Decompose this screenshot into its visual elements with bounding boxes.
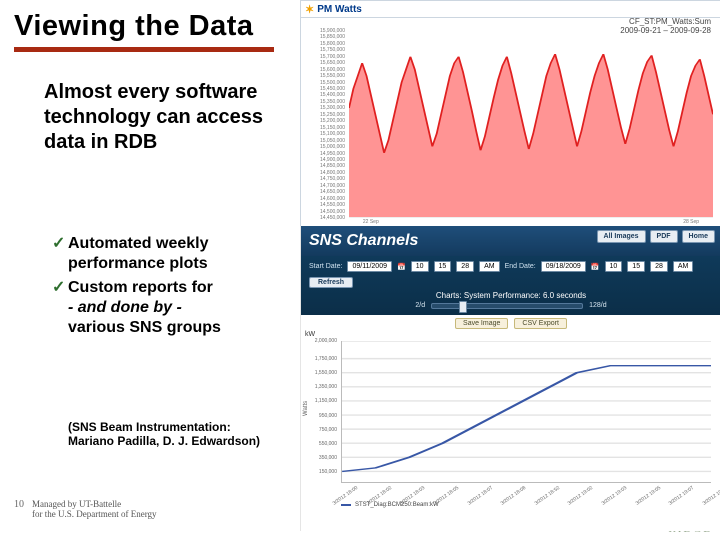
legend-swatch <box>341 504 351 506</box>
start-hour-input[interactable]: 10 <box>411 261 429 272</box>
pm-watts-title: PM Watts <box>317 4 362 15</box>
sns-plot-svg <box>342 341 711 482</box>
slider-min-label: 2/d <box>415 302 425 309</box>
date-row: Start Date: 09/11/2009 📅 10 15 28 AM End… <box>309 261 713 288</box>
slide: Viewing the Data Almost every software t… <box>0 0 720 540</box>
x-tick: 28 Sep <box>683 219 699 225</box>
slider-track[interactable] <box>431 303 583 309</box>
save-image-button[interactable]: Save Image <box>455 318 508 329</box>
x-tick: 22 Sep <box>363 219 379 225</box>
pm-watts-header: ✶ PM Watts <box>301 1 720 18</box>
home-button[interactable]: Home <box>682 230 715 243</box>
check-icon: ✓ <box>52 278 68 338</box>
end-date-label: End Date: <box>505 263 536 270</box>
end-minute-input[interactable]: 15 <box>627 261 645 272</box>
start-date-input[interactable]: 09/11/2009 <box>347 261 392 272</box>
resolution-slider: 2/d 128/d <box>309 302 713 309</box>
sns-chart-title: Charts: System Performance: 6.0 seconds <box>309 291 713 300</box>
end-date-input[interactable]: 09/18/2009 <box>541 261 586 272</box>
bullet-item: ✓ Automated weekly performance plots <box>52 234 287 274</box>
start-date-label: Start Date: <box>309 263 342 270</box>
sns-plot-area <box>341 341 711 483</box>
sns-banner-title: SNS Channels <box>309 232 418 250</box>
all-images-button[interactable]: All Images <box>597 230 646 243</box>
bullet-item: ✓ Custom reports for - and done by - var… <box>52 278 287 338</box>
calendar-icon[interactable]: 📅 <box>397 263 406 271</box>
page-number: 10 <box>14 499 24 510</box>
end-second-input[interactable]: 28 <box>650 261 668 272</box>
start-minute-input[interactable]: 15 <box>434 261 452 272</box>
csv-export-button[interactable]: CSV Export <box>514 318 567 329</box>
pm-watts-plot-area <box>349 31 713 218</box>
end-ampm-input[interactable]: AM <box>673 261 694 272</box>
slide-subtitle: Almost every software technology can acc… <box>44 80 274 155</box>
start-ampm-input[interactable]: AM <box>479 261 500 272</box>
start-second-input[interactable]: 28 <box>456 261 474 272</box>
sns-banner: SNS Channels All Images PDF Home <box>301 226 720 256</box>
sns-y-ticks: 150,000350,000550,000750,000950,0001,150… <box>307 341 339 483</box>
star-icon: ✶ <box>305 3 314 16</box>
bullet-text: Automated weekly performance plots <box>68 234 287 274</box>
check-icon: ✓ <box>52 234 68 274</box>
slider-max-label: 128/d <box>589 302 607 309</box>
refresh-button[interactable]: Refresh <box>309 277 353 288</box>
credits-text: (SNS Beam Instrumentation: Mariano Padil… <box>68 420 268 449</box>
sns-y-label: kW <box>305 331 315 338</box>
slider-thumb[interactable] <box>459 301 467 313</box>
slide-title: Viewing the Data <box>14 10 254 43</box>
pm-watts-y-axis: 14,450,00014,500,00014,550,00014,600,000… <box>301 31 347 218</box>
end-hour-input[interactable]: 10 <box>605 261 623 272</box>
calendar-icon[interactable]: 📅 <box>591 263 600 271</box>
sns-performance-chart: kW Watts 150,000350,000550,000750,000950… <box>307 331 715 501</box>
pm-watts-series <box>349 31 713 217</box>
export-buttons: Save Image CSV Export <box>301 315 720 331</box>
sns-channels-panel: SNS Channels All Images PDF Home Start D… <box>300 226 720 531</box>
sns-legend: STST_Diag:BCM250:Beam:kW <box>301 501 720 510</box>
pm-watts-chart-panel: ✶ PM Watts CF_ST:PM_Watts:Sum 2009-09-21… <box>300 0 720 227</box>
bullet-text: Custom reports for - and done by - vario… <box>68 278 287 338</box>
title-underline <box>14 47 274 52</box>
managed-by-text: Managed by UT-Battelle for the U.S. Depa… <box>32 500 157 520</box>
sns-config-bar: Start Date: 09/11/2009 📅 10 15 28 AM End… <box>301 256 720 315</box>
pdf-button[interactable]: PDF <box>650 230 678 243</box>
sns-nav-buttons: All Images PDF Home <box>597 230 715 243</box>
sns-x-ticks: 3/2012 18:003/2012 18:023/2012 18:033/20… <box>341 485 711 501</box>
bullet-list: ✓ Automated weekly performance plots ✓ C… <box>52 234 287 342</box>
